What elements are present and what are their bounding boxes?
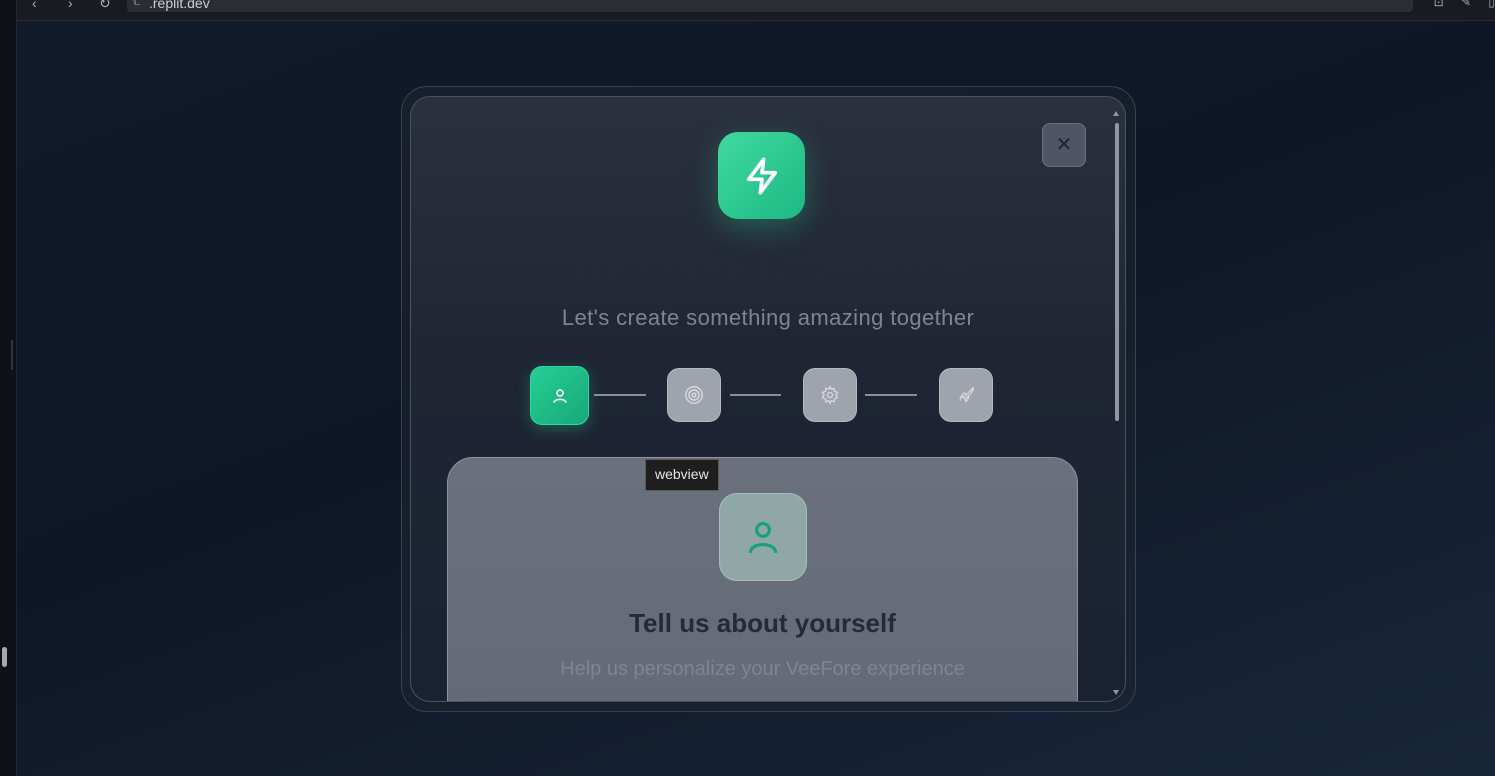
welcome-title: Welcome to VeeFore xyxy=(568,245,968,289)
app-logo xyxy=(718,132,805,219)
close-icon: ✕ xyxy=(1055,134,1073,156)
user-icon xyxy=(748,521,778,554)
browser-toolbar: ‹ › ↻ ℂ .replit.dev ⊡ ✎ ▯ xyxy=(0,0,1495,21)
browser-actions: ⊡ ✎ ▯ xyxy=(1420,0,1495,9)
step-settings[interactable] xyxy=(803,368,857,422)
reload-icon[interactable]: ↻ xyxy=(99,0,111,10)
onboarding-modal: ✕ Welcome to VeeFore Let's create someth… xyxy=(410,96,1126,702)
open-external-icon[interactable]: ⊡ xyxy=(1434,0,1444,9)
rail-resize-handle[interactable] xyxy=(2,647,7,667)
step-connector xyxy=(594,394,646,396)
welcome-tagline: Let's create something amazing together xyxy=(561,305,975,330)
rail-divider xyxy=(11,340,13,370)
address-bar[interactable]: ℂ .replit.dev xyxy=(127,0,1413,12)
step-profile[interactable] xyxy=(530,366,589,425)
rocket-icon xyxy=(959,386,975,403)
target-icon xyxy=(685,386,703,404)
url-text: .replit.dev xyxy=(149,0,210,11)
card-title: Tell us about yourself xyxy=(629,608,896,638)
step-launch[interactable] xyxy=(939,368,993,422)
modal-scrollbar[interactable] xyxy=(1113,107,1121,697)
user-icon xyxy=(552,388,567,403)
forward-icon[interactable]: › xyxy=(68,0,73,10)
profile-avatar-tile xyxy=(719,493,807,581)
step-connector xyxy=(730,394,781,396)
profile-step-card: Tell us about yourself Help us personali… xyxy=(447,457,1078,701)
panel-icon[interactable]: ▯ xyxy=(1488,0,1495,9)
card-subtitle: Help us personalize your VeeFore experie… xyxy=(560,658,965,680)
back-icon[interactable]: ‹ xyxy=(32,0,37,10)
edit-icon[interactable]: ✎ xyxy=(1461,0,1471,9)
gear-icon xyxy=(821,385,839,405)
left-rail xyxy=(0,0,17,776)
step-connector xyxy=(865,394,917,396)
step-goals[interactable] xyxy=(667,368,721,422)
lightning-bolt-icon xyxy=(746,157,777,195)
close-button[interactable]: ✕ xyxy=(1042,123,1086,167)
site-info-icon[interactable]: ℂ xyxy=(133,0,141,8)
scroll-down-icon[interactable] xyxy=(1113,690,1119,695)
webview-tooltip: webview xyxy=(645,459,719,491)
scroll-up-icon[interactable] xyxy=(1113,111,1119,116)
